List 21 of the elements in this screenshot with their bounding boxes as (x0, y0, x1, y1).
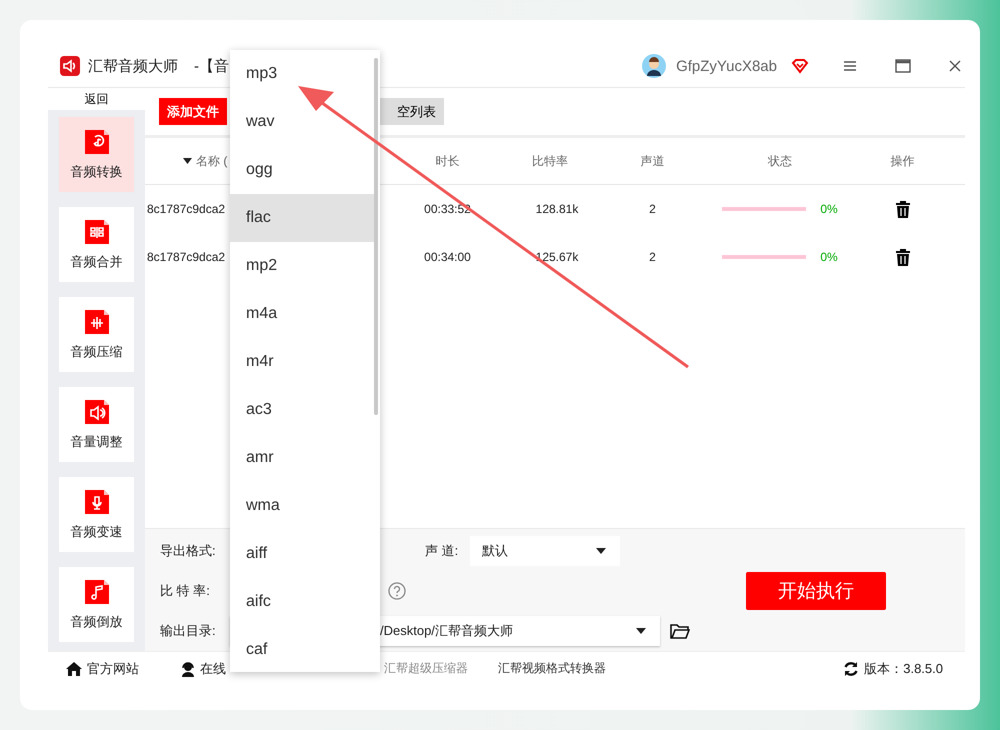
column-header: 操作 (890, 152, 914, 170)
progress-percent: 0% (820, 250, 838, 264)
table-cell: 00:33:52 (424, 202, 471, 216)
window-subtitle: -【音 (194, 56, 229, 76)
table-cell: 8c1787c9dca2 (147, 250, 226, 264)
table-cell: 128.81k (536, 202, 578, 216)
column-header: 比特率 (532, 152, 568, 170)
column-header: 声道 (640, 152, 664, 170)
column-header: 状态 (768, 152, 792, 170)
channel-label: 声 道: (425, 542, 460, 560)
table-cell: 00:34:00 (424, 250, 471, 264)
table-cell: 2 (649, 202, 656, 216)
bitrate-label: 比 特 率: (160, 582, 211, 600)
table-cell: 8c1787c9dca2 (147, 202, 226, 216)
progress-percent: 0% (820, 202, 838, 216)
table-cell: 2 (649, 250, 656, 264)
window-title: 汇帮音频大师 (88, 56, 178, 76)
version-text: 版本：3.8.5.0 (864, 660, 943, 678)
format-label: 导出格式: (160, 542, 217, 560)
column-header: 时长 (436, 152, 460, 170)
output-dir-label: 输出目录: (160, 622, 217, 640)
